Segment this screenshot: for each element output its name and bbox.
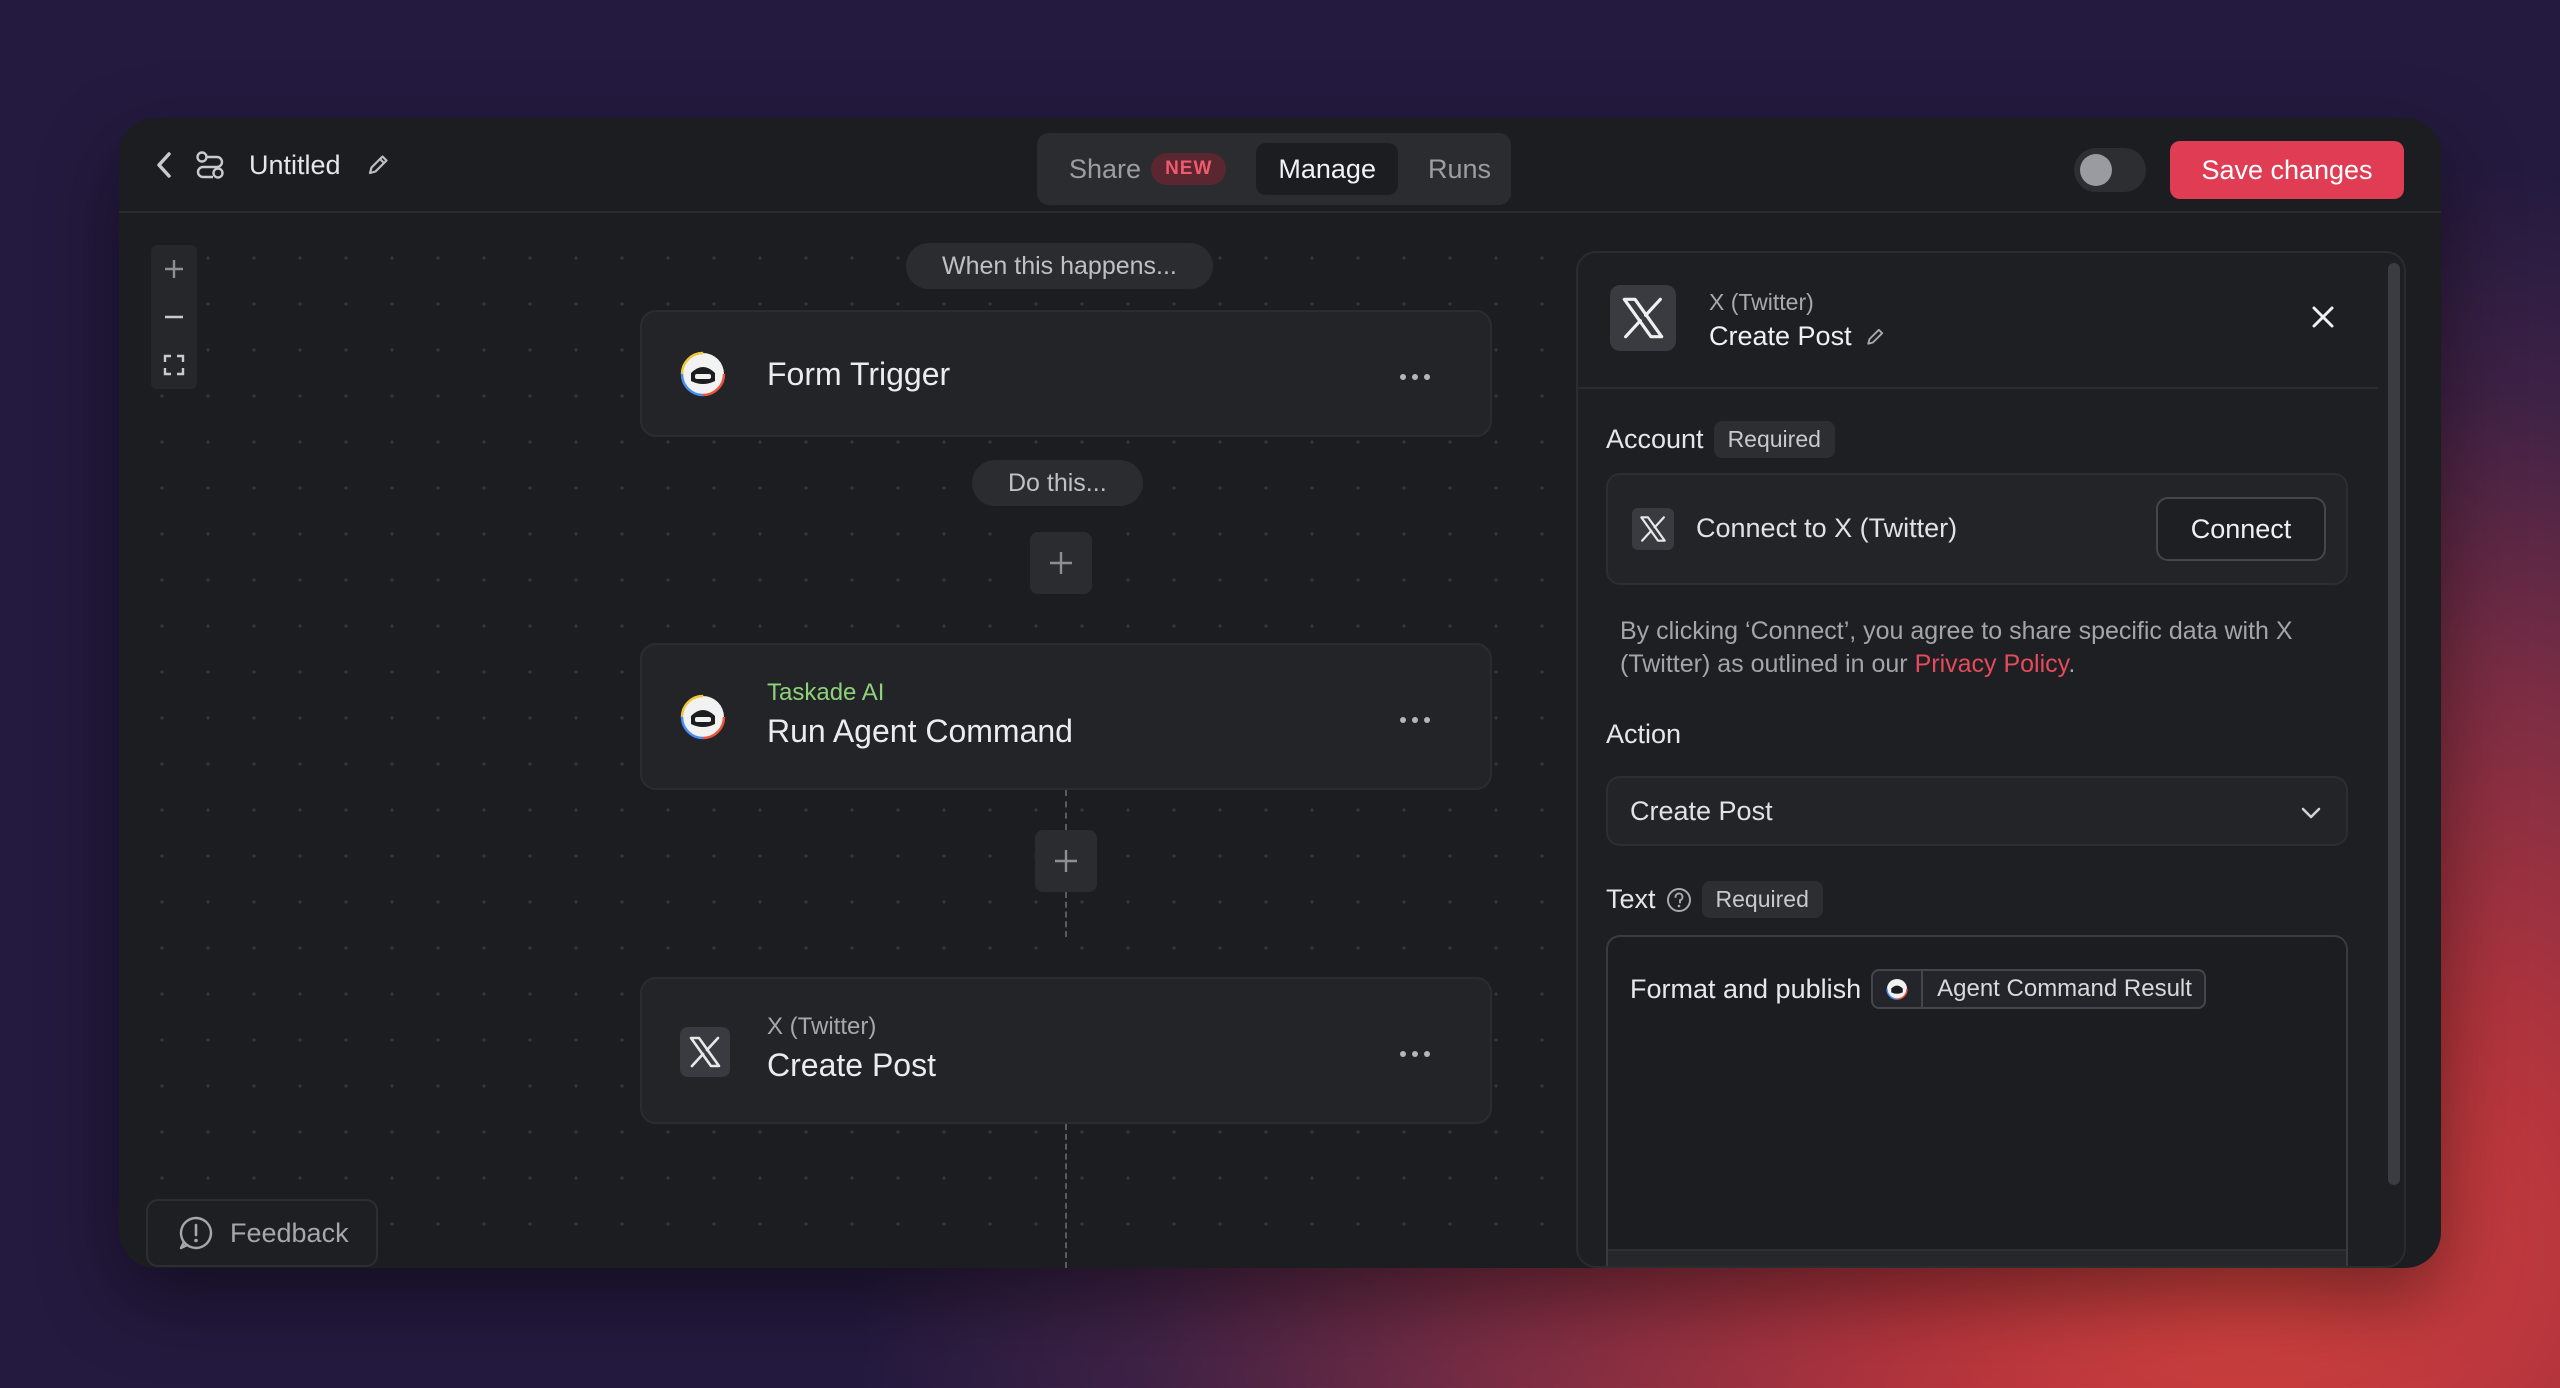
- action-section-pill: Do this...: [972, 460, 1143, 506]
- plus-icon: [1052, 847, 1080, 875]
- taskade-logo-icon: [680, 351, 726, 397]
- top-bar: Untitled Share NEW Manage Runs Save chan…: [119, 118, 2441, 213]
- chevron-down-icon: [2298, 800, 2324, 826]
- fit-view-icon[interactable]: [162, 353, 186, 377]
- required-badge: Required: [1701, 881, 1823, 918]
- feedback-button[interactable]: Feedback: [146, 1199, 378, 1267]
- variable-chip[interactable]: Agent Command Result: [1871, 969, 2206, 1009]
- save-changes-button[interactable]: Save changes: [2170, 141, 2404, 199]
- privacy-disclaimer: By clicking ‘Connect’, you agree to shar…: [1620, 617, 2293, 678]
- privacy-policy-link[interactable]: Privacy Policy: [1915, 650, 2069, 678]
- toggle-knob: [2080, 154, 2112, 186]
- panel-scrollbar[interactable]: [2388, 263, 2400, 1185]
- x-twitter-logo-icon: [1610, 285, 1676, 351]
- required-badge: Required: [1713, 421, 1835, 458]
- enable-toggle[interactable]: [2074, 148, 2146, 192]
- text-content: Format and publish Agent Command Result: [1630, 969, 2206, 1009]
- connect-account-text: Connect to X (Twitter): [1696, 513, 1958, 543]
- new-badge: NEW: [1151, 153, 1227, 185]
- more-options-icon[interactable]: [1400, 717, 1430, 723]
- edit-pencil-icon[interactable]: [1864, 326, 1886, 348]
- view-tabs: Share NEW Manage Runs: [1037, 133, 1511, 205]
- panel-title: Create Post: [1709, 321, 1886, 352]
- automation-flow-icon: [193, 148, 227, 182]
- tab-manage[interactable]: Manage: [1256, 143, 1398, 195]
- form-trigger-node[interactable]: Form Trigger: [640, 310, 1492, 437]
- text-input-area[interactable]: Format and publish Agent Command Result: [1606, 935, 2348, 1266]
- create-post-node[interactable]: X (Twitter) Create Post: [640, 977, 1492, 1124]
- app-window: Untitled Share NEW Manage Runs Save chan…: [119, 118, 2441, 1268]
- add-step-button[interactable]: [1030, 532, 1092, 594]
- account-label: Account Required: [1606, 421, 1835, 458]
- zoom-in-icon[interactable]: [162, 257, 186, 281]
- connector-line: [1065, 892, 1067, 937]
- more-options-icon[interactable]: [1400, 374, 1430, 380]
- text-label: Text Required: [1606, 881, 1823, 918]
- text-area-toolbar: [1608, 1249, 2346, 1266]
- workflow-title[interactable]: Untitled: [249, 150, 341, 181]
- feedback-label: Feedback: [230, 1217, 349, 1248]
- header-left: Untitled: [153, 148, 391, 182]
- step-config-panel: X (Twitter) Create Post Account Required…: [1576, 251, 2406, 1268]
- feedback-alert-icon: [178, 1215, 214, 1251]
- connector-line: [1065, 1124, 1067, 1268]
- connector-line: [1065, 790, 1067, 830]
- close-icon[interactable]: [2308, 302, 2338, 332]
- trigger-section-pill: When this happens...: [906, 243, 1213, 289]
- node-title: Form Trigger: [767, 356, 951, 392]
- taskade-logo-icon: [680, 694, 726, 740]
- add-step-button[interactable]: [1035, 830, 1097, 892]
- tab-runs[interactable]: Runs: [1406, 143, 1513, 195]
- action-select[interactable]: Create Post: [1606, 776, 2348, 846]
- action-label: Action: [1606, 719, 1682, 749]
- x-twitter-logo-icon: [1632, 508, 1674, 550]
- tab-share[interactable]: Share NEW: [1047, 143, 1248, 195]
- panel-header: X (Twitter) Create Post: [1578, 253, 2378, 389]
- more-options-icon[interactable]: [1400, 1051, 1430, 1057]
- node-app-name: Taskade AI: [767, 679, 885, 706]
- zoom-controls: [151, 245, 197, 389]
- edit-pencil-icon[interactable]: [365, 152, 391, 178]
- node-title: Create Post: [767, 1047, 936, 1083]
- zoom-out-icon[interactable]: [162, 305, 186, 329]
- run-agent-command-node[interactable]: Taskade AI Run Agent Command: [640, 643, 1492, 790]
- node-title: Run Agent Command: [767, 713, 1073, 749]
- workflow-canvas[interactable]: When this happens... Form Trigger Do thi…: [119, 215, 1579, 1268]
- x-twitter-logo-icon: [680, 1027, 730, 1077]
- account-connect-box: Connect to X (Twitter) Connect: [1606, 473, 2348, 585]
- taskade-logo-icon: [1873, 971, 1924, 1007]
- help-circle-icon[interactable]: [1666, 887, 1692, 913]
- connect-button[interactable]: Connect: [2156, 497, 2326, 561]
- plus-icon: [1047, 549, 1075, 577]
- panel-app-name: X (Twitter): [1709, 289, 1814, 315]
- node-app-name: X (Twitter): [767, 1013, 877, 1040]
- back-chevron-icon[interactable]: [153, 150, 175, 180]
